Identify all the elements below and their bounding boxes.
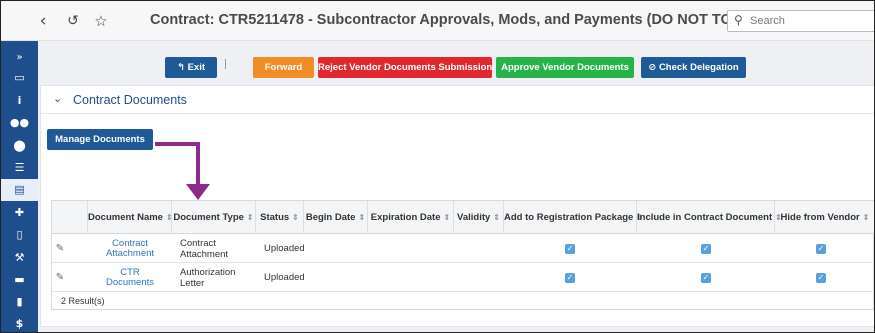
clipboard-icon[interactable]: ▮ [1, 291, 38, 313]
sort-icon[interactable]: ⇕ [443, 213, 450, 222]
sort-icon[interactable]: ⇕ [247, 213, 254, 222]
include-in-contract-checkbox[interactable]: ✓ [701, 263, 711, 292]
users-icon[interactable]: ●● [1, 112, 38, 134]
toolbar-divider [225, 59, 226, 69]
dollar-icon[interactable]: $ [1, 313, 38, 332]
panel-header[interactable]: ⌄ Contract Documents [41, 86, 874, 114]
main-content: ↰ Exit Forward Reject Vendor Documents S… [38, 41, 874, 332]
column-header-add-to-registration-package[interactable]: Add to Registration Package ⇕ [504, 201, 643, 234]
sort-icon[interactable]: ⇕ [358, 213, 365, 222]
search-input[interactable]: ⚲ Search [727, 10, 874, 32]
hide-from-vendor-checkbox[interactable]: ✓ [816, 234, 826, 263]
include-in-contract-checkbox[interactable]: ✓ [701, 234, 711, 263]
edit-column-header [52, 201, 88, 234]
back-arrow-icon: ↰ [176, 62, 185, 73]
hide-from-vendor-checkbox[interactable]: ✓ [816, 263, 826, 292]
file-icon[interactable]: ▯ [1, 224, 38, 246]
column-header-include-in-contract-document[interactable]: Include in Contract Document ⇕ [637, 201, 782, 234]
column-header-begin-date[interactable]: Begin Date ⇕ [304, 201, 368, 234]
document-type-cell: Contract Attachment [180, 237, 229, 260]
sort-icon[interactable]: ⇕ [863, 213, 870, 222]
history-icon[interactable]: ↺ [63, 11, 83, 31]
app-window: ‹ ↺ ☆ Contract: CTR5211478 - Subcontract… [0, 0, 875, 333]
forward-button[interactable]: Forward [253, 57, 314, 78]
search-placeholder: Search [750, 15, 785, 27]
check-delegation-button[interactable]: ⊘ Check Delegation [641, 57, 746, 78]
result-count: 2 Result(s) [61, 296, 105, 306]
exit-button[interactable]: ↰ Exit [165, 57, 217, 78]
column-header-validity[interactable]: Validity ⇕ [454, 201, 504, 234]
sort-icon[interactable]: ⇕ [292, 213, 299, 222]
search-icon: ⚲ [734, 13, 743, 27]
id-card-icon[interactable]: ▬ [1, 269, 38, 291]
info-icon[interactable]: i [1, 90, 38, 112]
chevron-down-icon[interactable]: ⌄ [53, 92, 62, 105]
documents-icon[interactable]: ▤ [1, 179, 38, 201]
checklist-icon[interactable]: ☰ [1, 157, 38, 179]
column-header-status[interactable]: Status ⇕ [256, 201, 304, 234]
edit-pencil-icon[interactable]: ✎ [52, 263, 68, 292]
document-name-link[interactable]: CTR Documents [88, 263, 172, 292]
sidebar: » ▭ i ●● ⬤ ☰ ▤ ✚ ▯ ⚒ ▬ ▮ $ [1, 41, 38, 332]
approve-vendor-documents-button[interactable]: Approve Vendor Documents [496, 57, 634, 78]
status-cell: Uploaded [264, 272, 305, 283]
document-type-cell: Authorization Letter [180, 266, 236, 289]
chevron-left-icon[interactable]: ‹ [33, 11, 53, 31]
location-icon[interactable]: ⬤ [1, 135, 38, 157]
sort-icon[interactable]: ⇕ [493, 213, 500, 222]
table-row: ✎ CTR Documents Authorization Letter Uploa… [52, 263, 874, 292]
column-header-document-type[interactable]: Document Type ⇕ [172, 201, 256, 234]
document-name-link[interactable]: Contract Attachment [88, 234, 172, 263]
expand-icon[interactable]: » [1, 47, 38, 69]
table-header: Document Name ⇕ Document Type ⇕ Status ⇕ Be… [52, 201, 874, 234]
manage-documents-button[interactable]: Manage Documents [47, 129, 153, 150]
column-header-document-name[interactable]: Document Name ⇕ [88, 201, 173, 234]
edit-pencil-icon[interactable]: ✎ [52, 234, 68, 263]
reject-vendor-documents-button[interactable]: Reject Vendor Documents Submission [318, 57, 492, 78]
monitor-icon[interactable]: ▭ [1, 67, 38, 89]
column-header-expiration-date[interactable]: Expiration Date ⇕ [368, 201, 454, 234]
column-header-hide-from-vendor[interactable]: Hide from Vendor ⇕ [775, 201, 874, 234]
documents-table: Document Name ⇕ Document Type ⇕ Status ⇕ Be… [51, 200, 874, 310]
add-to-package-checkbox[interactable]: ✓ [565, 263, 575, 292]
check-circle-icon: ⊘ [648, 62, 657, 73]
panel-title: Contract Documents [73, 93, 187, 107]
top-bar: ‹ ↺ ☆ Contract: CTR5211478 - Subcontract… [1, 1, 874, 41]
add-user-icon[interactable]: ✚ [1, 202, 38, 224]
status-cell: Uploaded [264, 243, 305, 254]
star-icon[interactable]: ☆ [91, 11, 111, 31]
table-row: ✎ Contract Attachment Contract Attachment … [52, 234, 874, 263]
add-to-package-checkbox[interactable]: ✓ [565, 234, 575, 263]
wrench-icon[interactable]: ⚒ [1, 247, 38, 269]
